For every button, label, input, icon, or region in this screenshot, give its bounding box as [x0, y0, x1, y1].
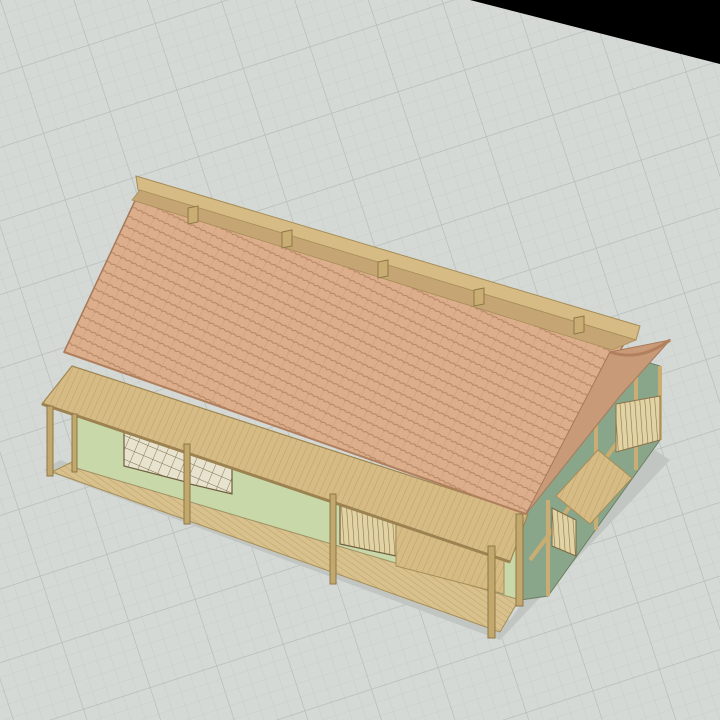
3d-viewport[interactable] — [0, 0, 720, 720]
viewport-canvas[interactable] — [0, 0, 720, 720]
